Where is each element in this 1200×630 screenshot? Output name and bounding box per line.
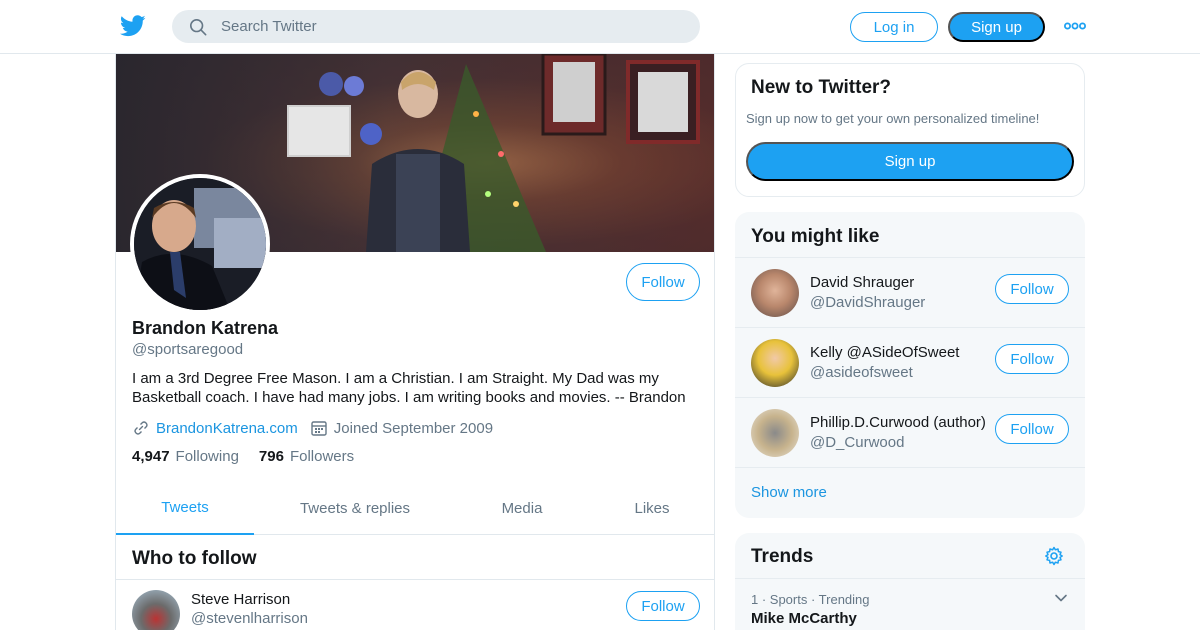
profile-tabs: Tweets Tweets & replies Media Likes: [116, 482, 714, 535]
you-might-like-title: You might like: [751, 226, 880, 247]
suggested-user-handle: @asideofsweet: [810, 364, 913, 381]
list-item[interactable]: Phillip.D.Curwood (author) @D_Curwood Fo…: [735, 397, 1085, 467]
avatar-photo: [134, 178, 266, 310]
avatar[interactable]: [751, 269, 799, 317]
suggested-user-name[interactable]: Kelly @ASideOfSweet: [810, 344, 959, 361]
suggested-user-handle: @D_Curwood: [810, 434, 905, 451]
login-button[interactable]: Log in: [850, 12, 938, 42]
who-to-follow-name[interactable]: Steve Harrison: [191, 591, 290, 608]
top-navigation-bar: Log in Sign up: [0, 0, 1200, 54]
twitter-bird-icon[interactable]: [120, 14, 146, 38]
trend-context: 1 · Sports · Trending: [751, 592, 870, 607]
following-stat[interactable]: 4,947 Following: [132, 448, 239, 465]
signup-button[interactable]: Sign up: [948, 12, 1045, 42]
avatar[interactable]: [751, 409, 799, 457]
list-item[interactable]: Kelly @ASideOfSweet @asideofsweet Follow: [735, 327, 1085, 397]
profile-name: Brandon Katrena: [132, 318, 279, 338]
suggested-user-name[interactable]: David Shrauger: [810, 274, 914, 291]
tab-tweets-and-replies[interactable]: Tweets & replies: [254, 482, 456, 535]
suggested-user-name[interactable]: Phillip.D.Curwood (author): [810, 414, 986, 431]
profile-joined-date: Joined September 2009: [333, 419, 494, 437]
trend-name[interactable]: Mike McCarthy: [751, 610, 857, 627]
profile-column: Follow Brandon Katrena @sportsaregood I …: [115, 54, 715, 630]
calendar-icon: [311, 421, 327, 436]
show-more-link[interactable]: Show more: [735, 467, 1085, 518]
trends-card: Trends 1 · Sports · Trending Mike McCart…: [735, 533, 1085, 630]
search-input[interactable]: [221, 18, 661, 35]
who-to-follow-item[interactable]: Steve Harrison @stevenlharrison Follow: [116, 580, 714, 630]
follow-button[interactable]: Follow: [626, 263, 700, 301]
follow-button[interactable]: Follow: [626, 591, 700, 621]
follow-button[interactable]: Follow: [995, 344, 1069, 374]
follow-button[interactable]: Follow: [995, 414, 1069, 444]
gear-icon[interactable]: [1044, 546, 1064, 566]
profile-meta: BrandonKatrena.com Joined September 2009: [132, 417, 493, 439]
following-count: 4,947: [132, 448, 170, 465]
follow-button[interactable]: Follow: [995, 274, 1069, 304]
avatar[interactable]: [132, 590, 180, 630]
tab-likes[interactable]: Likes: [588, 482, 714, 535]
sidebar-signup-button[interactable]: Sign up: [746, 142, 1074, 181]
profile-handle: @sportsaregood: [132, 341, 244, 358]
suggested-user-handle: @DavidShrauger: [810, 294, 926, 311]
followers-label: Followers: [289, 448, 355, 465]
profile-avatar[interactable]: [130, 174, 270, 314]
who-to-follow-title: Who to follow: [132, 548, 257, 569]
more-dots-icon[interactable]: [1064, 19, 1086, 33]
who-to-follow-handle: @stevenlharrison: [191, 610, 308, 627]
list-item[interactable]: David Shrauger @DavidShrauger Follow: [735, 257, 1085, 327]
trend-item[interactable]: 1 · Sports · Trending Mike McCarthy: [735, 578, 1085, 630]
following-label: Following: [175, 448, 239, 465]
new-to-twitter-title: New to Twitter?: [751, 77, 892, 98]
you-might-like-card: You might like David Shrauger @DavidShra…: [735, 212, 1085, 518]
followers-stat[interactable]: 796 Followers: [259, 448, 354, 465]
search-bar[interactable]: [172, 10, 700, 43]
chevron-down-icon[interactable]: [1054, 591, 1068, 605]
followers-count: 796: [258, 448, 284, 465]
show-more-label[interactable]: Show more: [751, 484, 827, 501]
avatar[interactable]: [751, 339, 799, 387]
profile-stats: 4,947 Following 796 Followers: [132, 448, 374, 465]
new-to-twitter-card: New to Twitter? Sign up now to get your …: [735, 63, 1085, 197]
profile-website-link[interactable]: BrandonKatrena.com: [156, 420, 298, 437]
new-to-twitter-subtitle: Sign up now to get your own personalized…: [746, 111, 1040, 126]
profile-bio: I am a 3rd Degree Free Mason. I am a Chr…: [132, 370, 686, 406]
tab-tweets[interactable]: Tweets: [116, 482, 254, 535]
link-icon: [134, 421, 148, 435]
tab-media[interactable]: Media: [456, 482, 588, 535]
trends-title: Trends: [751, 546, 814, 567]
search-icon: [189, 18, 207, 35]
